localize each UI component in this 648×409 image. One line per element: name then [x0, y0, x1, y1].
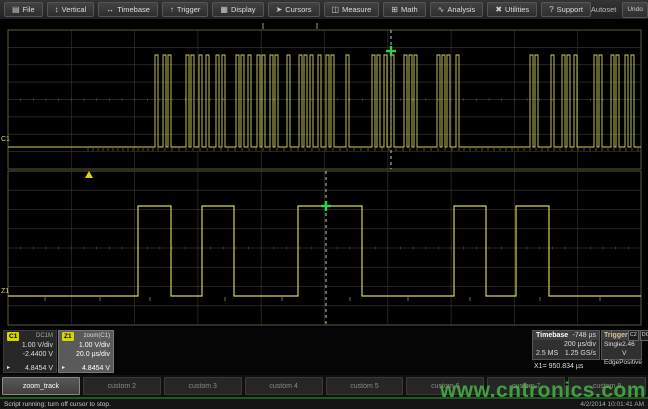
display-icon: ▦	[220, 6, 228, 14]
c1-trace-label: C1	[1, 136, 10, 143]
menu-utilities-button[interactable]: ✖Utilities	[487, 2, 537, 17]
oscilloscope-app: ▤File↕Vertical↔Timebase↑Trigger▦Display➤…	[0, 0, 648, 409]
z1-descriptor[interactable]: Z1 zoom(C1) 1.00 V/div 20.0 µs/div ▸ 4.8…	[58, 330, 114, 373]
math-icon: ⊞	[391, 6, 398, 14]
c1-scale: 1.00 V/div	[7, 341, 53, 350]
z1-timebase: 20.0 µs/div	[62, 350, 110, 359]
c1-offset: -2.4400 V	[7, 350, 53, 359]
c1-measured-value: 4.8454 V	[25, 364, 53, 373]
z1-trace-label: Z1	[1, 288, 9, 295]
timebase-scale: 200 µs/div	[536, 340, 596, 349]
tab-custom-5[interactable]: custom 5	[326, 377, 404, 395]
menu-support-button[interactable]: ? Support	[541, 2, 591, 17]
tab-custom-4[interactable]: custom 4	[245, 377, 323, 395]
scope-svg	[0, 20, 648, 328]
timebase-title: Timebase	[536, 331, 568, 340]
timebase-delay: -748 µs	[573, 331, 597, 340]
menu-cursors-button[interactable]: ➤Cursors	[268, 2, 320, 17]
menu-measure-label: Measure	[342, 5, 371, 14]
watermark: www.cntronics.com	[440, 379, 646, 403]
menu-math-button[interactable]: ⊞Math	[383, 2, 425, 17]
utilities-icon: ✖	[495, 6, 502, 14]
timebase-panel[interactable]: Timebase -748 µs 200 µs/div 2.5 MS 1.25 …	[532, 330, 600, 360]
trigger-title: Trigger	[604, 331, 628, 340]
trigger-slope: Positive	[619, 358, 642, 367]
menu-display-button[interactable]: ▦Display	[212, 2, 263, 17]
timebase-samples: 2.5 MS	[536, 349, 558, 358]
timebase-trigger-group: Timebase -748 µs 200 µs/div 2.5 MS 1.25 …	[532, 330, 644, 370]
z1-scale: 1.00 V/div	[62, 341, 110, 350]
z1-badge: Z1	[62, 332, 74, 341]
menu-measure-button[interactable]: ◫Measure	[324, 2, 380, 17]
menu-vertical-label: Vertical	[62, 5, 87, 14]
menu-utilities-label: Utilities	[505, 5, 529, 14]
trigger-level: 2.46 V	[622, 340, 639, 358]
trigger-source-coupling: DC	[640, 330, 648, 341]
file-icon: ▤	[12, 6, 20, 14]
menu-trigger-button[interactable]: ↑Trigger	[162, 2, 208, 17]
vertical-icon: ↕	[55, 6, 59, 14]
tab-custom-2[interactable]: custom 2	[83, 377, 161, 395]
cursors-icon: ➤	[276, 6, 283, 14]
menu-math-label: Math	[401, 5, 418, 14]
trigger-mode: Single	[604, 340, 622, 358]
c1-descriptor[interactable]: C1 DC1M 1.00 V/div -2.4400 V ▸ 4.8454 V	[3, 330, 57, 373]
trigger-panel[interactable]: Trigger C2 DC Single 2.46 V Edge Positiv…	[601, 330, 642, 360]
menu-timebase-button[interactable]: ↔Timebase	[98, 2, 158, 17]
menu-trigger-label: Trigger	[177, 5, 200, 14]
autoset-button[interactable]: Autoset	[591, 5, 616, 14]
level-marker-icon: ▸	[7, 364, 10, 373]
timebase-rate: 1.25 GS/s	[565, 349, 596, 358]
undo-button[interactable]: Undo	[622, 2, 648, 18]
analysis-icon: ∿	[438, 6, 445, 14]
menu-items: ▤File↕Vertical↔Timebase↑Trigger▦Display➤…	[4, 2, 591, 17]
menu-vertical-button[interactable]: ↕Vertical	[47, 2, 95, 17]
menu-display-label: Display	[231, 5, 256, 14]
tab-zoom_track[interactable]: zoom_track	[2, 377, 80, 395]
z1-measured-value: 4.8454 V	[82, 364, 110, 373]
menu-right: Autoset Undo	[591, 2, 648, 18]
menu-analysis-button[interactable]: ∿Analysis	[430, 2, 484, 17]
trigger-type: Edge	[604, 358, 619, 367]
support-icon: ?	[549, 6, 553, 14]
tab-custom-3[interactable]: custom 3	[164, 377, 242, 395]
menu-file-label: File	[23, 5, 35, 14]
menu-support-label: Support	[557, 5, 583, 14]
timebase-icon: ↔	[106, 6, 114, 14]
c1-badge: C1	[7, 332, 19, 341]
trigger-icon: ↑	[170, 6, 174, 14]
status-message: Script running; turn off cursor to stop.	[4, 401, 111, 408]
waveform-display: C1 Z1	[0, 20, 648, 328]
measure-icon: ◫	[332, 6, 340, 14]
menu-analysis-label: Analysis	[447, 5, 475, 14]
zoom-position-marker-icon[interactable]	[85, 171, 93, 178]
z1-source: zoom(C1)	[84, 332, 110, 341]
menu-timebase-label: Timebase	[117, 5, 150, 14]
menu-cursors-label: Cursors	[285, 5, 311, 14]
descriptor-bar: C1 DC1M 1.00 V/div -2.4400 V ▸ 4.8454 V …	[0, 328, 648, 375]
c1-coupling: DC1M	[36, 332, 53, 341]
menu-file-button[interactable]: ▤File	[4, 2, 43, 17]
menu-bar: ▤File↕Vertical↔Timebase↑Trigger▦Display➤…	[0, 0, 648, 20]
level-marker-icon: ▸	[62, 364, 65, 373]
